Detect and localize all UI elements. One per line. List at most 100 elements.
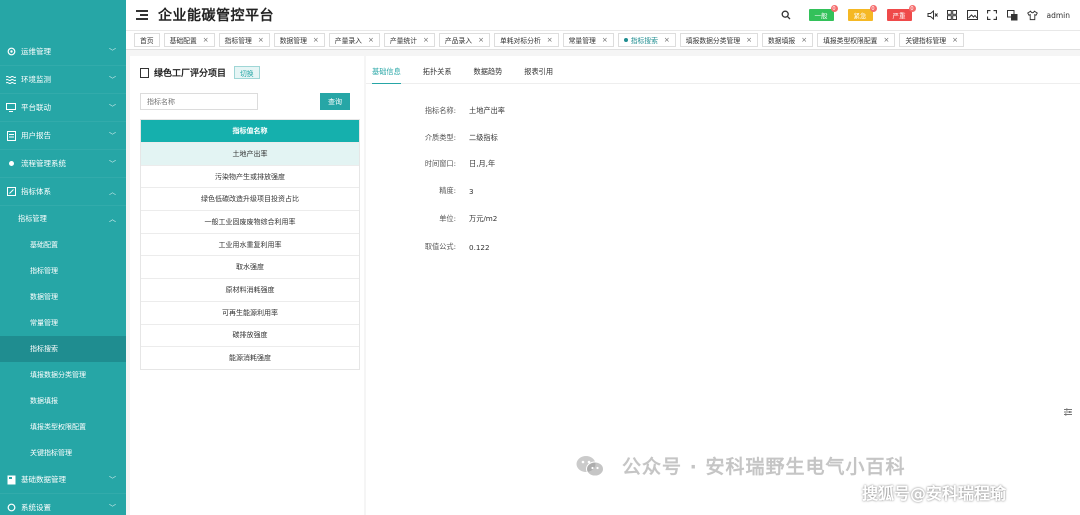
sidebar-leaf-1[interactable]: 指标管理: [0, 258, 126, 284]
indicator-detail-panel: 基础信息 拓扑关系 数据趋势 报表引用 指标名称: 土地产出率 介质类型: 二级指标 时间窗口…: [366, 56, 1080, 515]
tab-label: 指标管理: [224, 37, 252, 45]
tab-4[interactable]: 产量录入 ×: [328, 33, 380, 47]
edit-icon: [6, 187, 16, 197]
table-row[interactable]: 碳排放强度: [141, 323, 359, 347]
alarm-badge-0[interactable]: 一般 0: [808, 5, 838, 21]
close-icon[interactable]: ×: [952, 36, 958, 44]
user-name[interactable]: admin: [1047, 11, 1071, 20]
menu-toggle-icon[interactable]: [136, 10, 148, 20]
detail-field: 时间窗口: 日,月,年: [366, 159, 766, 169]
close-icon[interactable]: ×: [746, 36, 752, 44]
detail-tab-3[interactable]: 报表引用: [524, 67, 553, 84]
sidebar-item-2[interactable]: 平台联动 ﹀: [0, 94, 126, 122]
tab-11[interactable]: 数据填报 ×: [762, 33, 814, 47]
sidebar-item-0[interactable]: 运维管理 ﹀: [0, 38, 126, 66]
tab-8[interactable]: 常量管理 ×: [562, 33, 614, 47]
chevron-down-icon: ﹀: [109, 75, 116, 84]
query-button[interactable]: 查询: [320, 93, 350, 110]
sidebar-leaf-label: 基础配置: [30, 241, 58, 249]
alarm-count-dot: 0: [830, 5, 838, 12]
tab-label: 填报数据分类管理: [685, 37, 741, 45]
open-tabs-bar: 首页 基础配置 × 指标管理 × 数据管理 × 产量录入 × 产量统计 × 产品录入 × 单耗对标分析 × 常…: [126, 30, 1080, 50]
tab-label: 常量管理: [568, 37, 596, 45]
document-icon: [140, 67, 149, 78]
field-value: 日,月,年: [469, 159, 496, 168]
copy-icon[interactable]: [1006, 9, 1018, 21]
sidebar-item-label: 基础数据管理: [21, 475, 66, 484]
detail-tab-0[interactable]: 基础信息: [372, 67, 401, 84]
sidebar-bottom-item-1[interactable]: 系统设置 ﹀: [0, 494, 126, 515]
close-icon[interactable]: ×: [258, 36, 264, 44]
sidebar-leaf-7[interactable]: 填报类型权限配置: [0, 414, 126, 440]
switch-button[interactable]: 切换: [234, 66, 260, 79]
grid-icon[interactable]: [947, 10, 958, 21]
field-value: 万元/m2: [469, 214, 498, 223]
tab-label: 填报类型权限配置: [823, 37, 878, 45]
tab-6[interactable]: 产品录入 ×: [438, 33, 490, 47]
sidebar-item-4[interactable]: 流程管理系统 ﹀: [0, 150, 126, 178]
tab-12[interactable]: 填报类型权限配置 ×: [817, 33, 896, 47]
image-icon[interactable]: [966, 10, 978, 21]
close-icon[interactable]: ×: [203, 36, 209, 44]
search-icon[interactable]: [781, 10, 792, 21]
tab-7[interactable]: 单耗对标分析 ×: [493, 33, 559, 47]
table-row[interactable]: 取水强度: [141, 255, 359, 278]
chevron-down-icon: ﹀: [109, 503, 116, 512]
alarm-badge-label: 一般: [814, 12, 828, 20]
sidebar-leaf-3[interactable]: 常量管理: [0, 310, 126, 336]
close-icon[interactable]: ×: [423, 36, 429, 44]
close-icon[interactable]: ×: [478, 36, 484, 44]
table-row[interactable]: 可再生能源利用率: [141, 300, 359, 324]
table-row[interactable]: 原材料消耗强度: [141, 278, 359, 301]
indicator-search-input[interactable]: [140, 93, 258, 110]
close-icon[interactable]: ×: [602, 36, 608, 44]
tab-1[interactable]: 基础配置 ×: [163, 33, 215, 47]
table-row[interactable]: 能源消耗强度: [141, 346, 359, 369]
tab-label: 产量录入: [334, 37, 362, 45]
tab-9[interactable]: 指标搜索 ×: [617, 33, 676, 47]
sidebar-item-5[interactable]: 指标体系 ︿: [0, 178, 126, 206]
sidebar-leaf-6[interactable]: 数据填报: [0, 388, 126, 414]
tab-10[interactable]: 填报数据分类管理 ×: [679, 33, 758, 47]
field-label: 介质类型:: [424, 133, 456, 142]
shirt-theme-icon[interactable]: [1026, 10, 1038, 21]
sidebar-item-1[interactable]: 环境监测 ﹀: [0, 66, 126, 94]
close-icon[interactable]: ×: [801, 36, 807, 44]
fullscreen-icon[interactable]: [987, 10, 998, 21]
close-icon[interactable]: ×: [368, 36, 374, 44]
tab-13[interactable]: 关键指标管理 ×: [899, 33, 964, 47]
tab-5[interactable]: 产量统计 ×: [383, 33, 435, 47]
table-row[interactable]: 一般工业固废废物综合利用率: [141, 210, 359, 233]
field-value: 二级指标: [469, 133, 498, 142]
close-icon[interactable]: ×: [547, 36, 553, 44]
alarm-count-dot: 0: [869, 5, 877, 12]
sliders-icon[interactable]: [1064, 408, 1072, 418]
sidebar-leaf-label: 填报数据分类管理: [30, 371, 86, 379]
table-row[interactable]: 工业用水重复利用率: [141, 232, 359, 256]
table-row[interactable]: 绿色低碳改造升级项目投资占比: [141, 187, 359, 210]
sidebar-subgroup-indicator-management[interactable]: 指标管理 ︿: [0, 206, 126, 232]
sidebar-item-label: 系统设置: [21, 503, 51, 512]
tab-0[interactable]: 首页: [134, 33, 160, 47]
sidebar-leaf-4[interactable]: 指标搜索: [0, 336, 126, 362]
close-icon[interactable]: ×: [664, 36, 670, 44]
speaker-mute-icon[interactable]: [927, 10, 938, 21]
sidebar-leaf-5[interactable]: 填报数据分类管理: [0, 362, 126, 388]
alarm-badge-2[interactable]: 严重 0: [886, 5, 916, 21]
sidebar-leaf-8[interactable]: 关键指标管理: [0, 440, 126, 466]
table-row[interactable]: 土地产出率: [141, 142, 359, 165]
sidebar-leaf-0[interactable]: 基础配置: [0, 232, 126, 258]
alarm-badge-1[interactable]: 紧急 0: [847, 5, 877, 21]
tab-2[interactable]: 指标管理 ×: [218, 33, 270, 47]
detail-tab-1[interactable]: 拓扑关系: [423, 67, 452, 84]
chevron-down-icon: ﹀: [109, 47, 116, 56]
sidebar-leaf-label: 数据填报: [30, 397, 58, 405]
close-icon[interactable]: ×: [883, 36, 889, 44]
tab-3[interactable]: 数据管理 ×: [273, 33, 325, 47]
sidebar-bottom-item-0[interactable]: 基础数据管理 ﹀: [0, 466, 126, 494]
sidebar-item-3[interactable]: 用户报告 ﹀: [0, 122, 126, 150]
sidebar-leaf-2[interactable]: 数据管理: [0, 284, 126, 310]
table-row[interactable]: 污染物产生或排放强度: [141, 164, 359, 188]
detail-tab-2[interactable]: 数据趋势: [474, 67, 503, 84]
close-icon[interactable]: ×: [313, 36, 319, 44]
